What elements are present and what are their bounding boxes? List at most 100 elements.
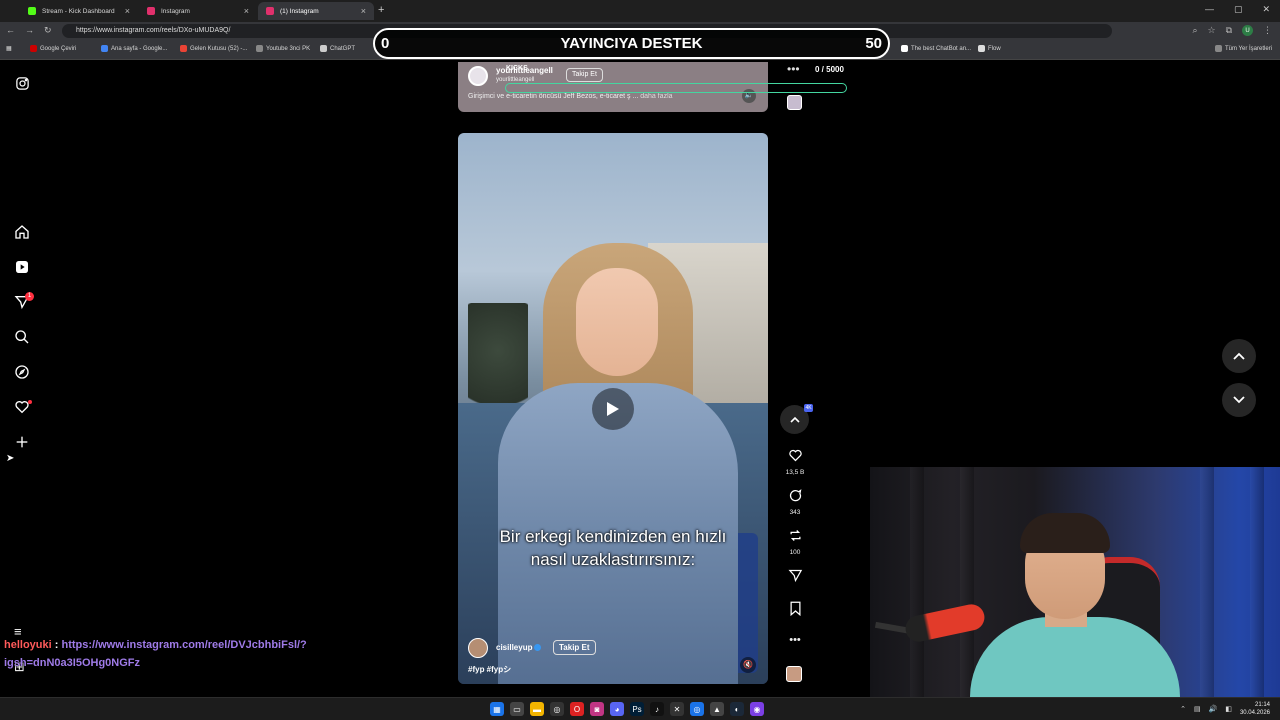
system-tray: ⌃ ▤ 🔊 ◧ 21:14 30.04.2026	[1180, 701, 1270, 717]
comment-button[interactable]: 343	[782, 488, 808, 516]
explore-icon[interactable]	[14, 364, 30, 380]
chrome-active-icon[interactable]: ◎	[690, 702, 704, 716]
quality-badge: 4K	[804, 404, 813, 412]
avatar[interactable]	[468, 638, 488, 658]
instagram-app-icon[interactable]: ◙	[590, 702, 604, 716]
close-window-icon[interactable]: ✕	[1262, 4, 1270, 15]
chat-nick: helloyuki	[4, 639, 52, 651]
nav-buttons: ← → ↻	[6, 25, 52, 36]
app-icon[interactable]: ▲	[710, 702, 724, 716]
file-explorer-icon[interactable]: ▬	[530, 702, 544, 716]
discord-icon[interactable]: ◕	[610, 702, 624, 716]
comment-icon	[789, 489, 801, 502]
more-options-icon[interactable]: •••	[782, 634, 808, 646]
mute-icon[interactable]: 🔇	[740, 657, 756, 673]
folder-icon	[256, 45, 263, 52]
clock[interactable]: 21:14 30.04.2026	[1240, 701, 1270, 717]
like-button[interactable]: 13,5 B	[782, 448, 808, 476]
feed-up-button[interactable]	[1222, 339, 1256, 373]
reel-hashtags[interactable]: #fyp #fypシ	[468, 664, 511, 675]
follow-button[interactable]: Takip Et	[553, 640, 596, 655]
maximize-icon[interactable]: ▢	[1234, 4, 1243, 15]
bookmark-label: Google Çeviri	[40, 45, 77, 52]
bookmark-item[interactable]: Ana sayfa - Google...	[101, 45, 167, 52]
repost-count: 100	[789, 549, 801, 556]
all-bookmarks[interactable]: Tüm Yer İşaretleri	[1215, 45, 1272, 52]
gmail-icon	[180, 45, 187, 52]
chevron-up-icon	[1233, 352, 1245, 360]
create-plus-icon[interactable]	[14, 434, 30, 450]
profile-avatar[interactable]: U	[1242, 25, 1253, 36]
goal-target: 50	[865, 35, 882, 52]
more-options-icon[interactable]: •••	[787, 62, 800, 76]
bookmark-item[interactable]: Youtube 3nci PK	[256, 45, 310, 52]
notifications-dot	[28, 400, 32, 404]
instagram-logo-icon[interactable]	[14, 75, 30, 91]
save-button[interactable]	[782, 601, 808, 621]
play-icon[interactable]	[592, 388, 634, 430]
bookmark-item[interactable]: Google Çeviri	[30, 45, 76, 52]
close-tab-icon[interactable]: ×	[125, 6, 130, 16]
opera-icon[interactable]: O	[570, 702, 584, 716]
close-tab-icon[interactable]: ×	[244, 6, 249, 16]
reels-icon[interactable]	[14, 259, 30, 275]
photoshop-icon[interactable]: Ps	[630, 702, 644, 716]
follow-button[interactable]: Takip Et	[566, 68, 603, 82]
task-view-icon[interactable]: ▭	[510, 702, 524, 716]
audio-thumbnail[interactable]	[787, 95, 802, 110]
audio-thumbnail[interactable]	[786, 666, 802, 682]
new-tab-icon[interactable]: +	[378, 4, 384, 16]
instagram-favicon-icon	[147, 7, 155, 15]
tab-instagram[interactable]: Instagram ×	[139, 2, 257, 20]
heart-icon	[788, 449, 802, 462]
bookmark-item[interactable]: Flow	[978, 45, 1001, 52]
more-link[interactable]: daha fazla	[640, 93, 672, 100]
share-button[interactable]	[782, 568, 808, 588]
share-icon	[787, 569, 802, 583]
bookmark-label: Gelen Kutusu (52) -...	[190, 45, 248, 52]
back-icon[interactable]: ←	[6, 25, 15, 36]
reload-icon[interactable]: ↻	[44, 25, 52, 36]
repost-icon	[790, 530, 800, 541]
bookmark-item[interactable]: ChatGPT	[320, 45, 355, 52]
reel-username[interactable]: cisilleyup	[496, 643, 542, 652]
extensions-icon[interactable]: ⧉	[1226, 25, 1232, 36]
start-icon[interactable]: ▦	[490, 702, 504, 716]
chatbot-icon	[901, 45, 908, 52]
search-icon[interactable]	[14, 329, 30, 345]
reel-video[interactable]: Bir erkegi kendinizden en hızlı nasıl uz…	[458, 133, 768, 684]
tab-instagram-active[interactable]: (1) Instagram ×	[258, 2, 374, 20]
folder-icon	[1215, 45, 1222, 52]
feed-down-button[interactable]	[1222, 383, 1256, 417]
tiktok-icon[interactable]: ♪	[650, 702, 664, 716]
home-icon[interactable]	[14, 224, 30, 240]
bookmark-item[interactable]: The best ChatBot an...	[901, 45, 971, 52]
extension-area: ⌕ ☆ ⧉ U ⋮	[1192, 25, 1272, 36]
forward-icon[interactable]: →	[25, 25, 34, 36]
tab-label: Instagram	[161, 7, 190, 15]
curtain-fold	[910, 467, 924, 697]
chrome-icon[interactable]: ◎	[550, 702, 564, 716]
tab-kick-dashboard[interactable]: Stream - Kick Dashboard ×	[20, 2, 138, 20]
repost-button[interactable]: 100	[782, 528, 808, 556]
notification-icon[interactable]: ◧	[1225, 705, 1232, 713]
streamer-webcam	[870, 467, 1280, 697]
tray-arrow-icon[interactable]: ⌃	[1180, 705, 1186, 713]
zoom-icon[interactable]: ⌕	[1192, 25, 1197, 36]
menu-kebab-icon[interactable]: ⋮	[1263, 25, 1272, 36]
kick-favicon-icon	[28, 7, 36, 15]
obs-icon[interactable]: ◉	[750, 702, 764, 716]
bookmark-item[interactable]: Gelen Kutusu (52) -...	[180, 45, 247, 52]
apps-grid-icon[interactable]: ▦	[6, 45, 12, 52]
username-text[interactable]: cisilleyup	[496, 643, 532, 652]
steam-icon[interactable]: ◐	[730, 702, 744, 716]
taskbar-apps: ▦ ▭ ▬ ◎ O ◙ ◕ Ps ♪ ✕ ◎ ▲ ◐ ◉	[490, 702, 764, 716]
avatar[interactable]	[468, 66, 488, 86]
chat-separator: :	[51, 639, 62, 651]
minimize-icon[interactable]: —	[1205, 4, 1214, 15]
bookmark-star-icon[interactable]: ☆	[1207, 25, 1215, 36]
volume-icon[interactable]: 🔊	[1209, 705, 1218, 713]
network-icon[interactable]: ▤	[1194, 705, 1201, 713]
close-tab-icon[interactable]: ×	[361, 6, 366, 16]
capcut-icon[interactable]: ✕	[670, 702, 684, 716]
